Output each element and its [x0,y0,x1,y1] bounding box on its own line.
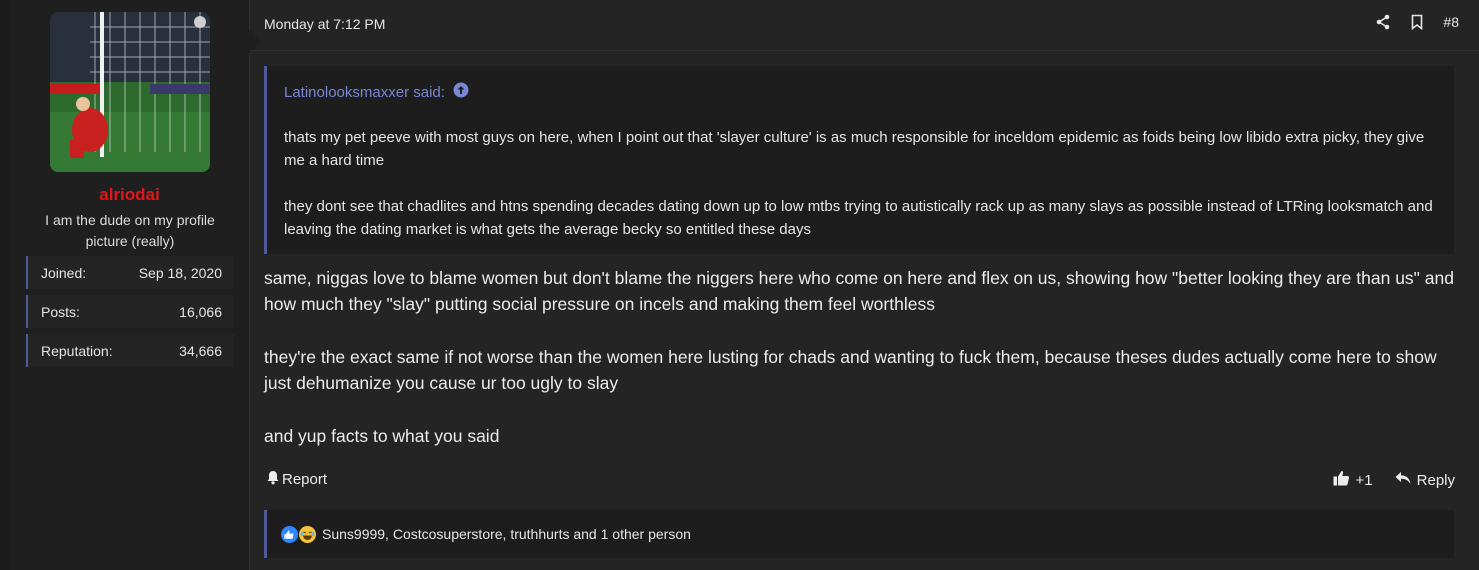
quote-block: Latinolooksmaxxer said: thats my pet pee… [264,66,1454,254]
stat-reputation: Reputation: 34,666 [26,334,234,367]
bookmark-icon[interactable] [1409,14,1425,31]
user-info-panel: alriodai I am the dude on my profile pic… [10,0,250,570]
message-paragraph: they're the exact same if not worse than… [264,347,1437,393]
reply-icon [1395,471,1411,489]
post-meta-actions: #8 [1375,14,1459,31]
reaction-icons [281,525,316,543]
share-icon[interactable] [1375,14,1391,30]
post-footer-actions: +1 Reply [1333,470,1455,490]
message-paragraph: and yup facts to what you said [264,426,500,446]
quote-paragraph: they dont see that chadlites and htns sp… [284,198,1433,238]
message-body: same, niggas love to blame women but don… [264,265,1464,476]
bell-icon [266,470,280,489]
report-button[interactable]: Report [266,470,327,489]
laugh-reaction-icon [299,525,316,543]
stat-label: Reputation: [41,343,113,359]
reply-label: Reply [1416,471,1455,489]
thumbs-up-icon [1333,470,1350,490]
reactions-list[interactable]: Suns9999, Costcosuperstore, truthhurts a… [322,526,691,542]
reply-button[interactable]: Reply [1395,471,1455,489]
stat-label: Posts: [41,304,80,320]
quote-header[interactable]: Latinolooksmaxxer said: [284,82,469,102]
stat-value[interactable]: 16,066 [179,304,222,320]
stat-value: Sep 18, 2020 [138,265,222,281]
like-button[interactable]: +1 [1333,470,1373,490]
user-title: I am the dude on my profile picture (rea… [45,212,215,249]
reactions-bar[interactable]: Suns9999, Costcosuperstore, truthhurts a… [264,510,1454,558]
quote-paragraph: thats my pet peeve with most guys on her… [284,129,1425,169]
like-count: +1 [1355,471,1373,489]
like-reaction-icon [281,525,298,543]
post-container: alriodai I am the dude on my profile pic… [10,0,1479,570]
report-label: Report [282,471,328,488]
stat-value: 34,666 [179,343,222,359]
stat-joined: Joined: Sep 18, 2020 [26,256,234,289]
avatar[interactable] [50,12,210,172]
username[interactable]: alriodai [10,185,249,205]
header-divider [250,50,1479,51]
post-date[interactable]: Monday at 7:12 PM [264,16,385,32]
stat-posts: Posts: 16,066 [26,295,234,328]
quote-author[interactable]: Latinolooksmaxxer said: [284,84,445,101]
quote-body: thats my pet peeve with most guys on her… [284,126,1439,264]
message-paragraph: same, niggas love to blame women but don… [264,268,1454,314]
post-number[interactable]: #8 [1443,14,1459,30]
arrow-up-circle-icon[interactable] [453,82,469,102]
stat-label: Joined: [41,265,87,281]
